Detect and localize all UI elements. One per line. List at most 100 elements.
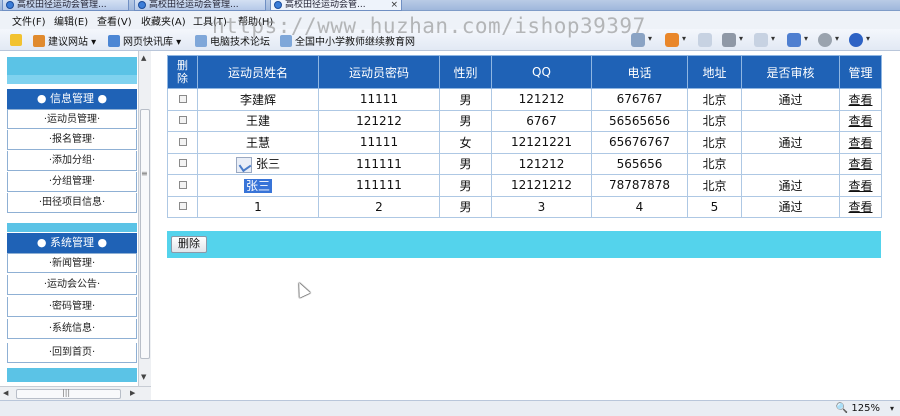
cell-approved xyxy=(741,109,840,132)
cell-name: 王建 xyxy=(197,109,319,132)
page-menu-icon[interactable] xyxy=(754,33,768,47)
delete-checkbox[interactable] xyxy=(178,159,187,168)
menu-favorites[interactable]: 收藏夹(A) xyxy=(141,13,186,28)
ie-page-icon xyxy=(138,1,146,9)
favorites-star-icon[interactable] xyxy=(10,34,22,46)
cell-manage: 查看 xyxy=(839,152,882,175)
cell-qq: 6767 xyxy=(491,109,592,132)
cell-qq: 12121212 xyxy=(491,174,592,197)
cell-manage: 查看 xyxy=(839,174,882,197)
browser-tab-2[interactable]: 高校田径运动会管理... xyxy=(134,0,266,11)
scroll-right-arrow-icon[interactable]: ▶ xyxy=(130,389,135,397)
browser-tab-1[interactable]: 高校田径运动会管理... xyxy=(2,0,129,11)
nav-item-news-management[interactable]: ·新闻管理· xyxy=(7,253,137,273)
view-link[interactable]: 查看 xyxy=(848,157,872,171)
nav-item-athlete-management[interactable]: ·运动员管理· xyxy=(7,109,137,129)
chevron-down-icon[interactable]: ▾ xyxy=(835,34,839,43)
cell-manage: 查看 xyxy=(839,109,882,132)
chevron-down-icon[interactable]: ▾ xyxy=(771,34,775,43)
favorite-web-slice[interactable]: 网页快讯库 ▾ xyxy=(108,33,181,48)
table-row: 王建 121212 男 6767 56565656 北京 查看 xyxy=(167,109,882,132)
delete-checkbox[interactable] xyxy=(178,94,187,103)
column-header-gender: 性别 xyxy=(439,55,492,89)
cell-phone: 65676767 xyxy=(591,131,688,154)
chevron-down-icon[interactable]: ▾ xyxy=(682,34,686,43)
nav-item-password-management[interactable]: ·密码管理· xyxy=(7,297,137,317)
table-header-row: 删除 运动员姓名 运动员密码 性别 QQ 电话 地址 是否审核 管理 xyxy=(167,55,882,89)
delete-checkbox-cell xyxy=(167,131,198,154)
scroll-up-arrow-icon[interactable]: ▲ xyxy=(141,54,146,62)
star-folder-icon xyxy=(33,35,45,47)
nav-item-system-info[interactable]: ·系统信息· xyxy=(7,319,137,339)
table-row: 张三 111111 男 121212 565656 北京 查看 xyxy=(167,152,882,175)
ie-page-icon xyxy=(6,1,14,9)
safety-icon[interactable] xyxy=(787,33,801,47)
delete-checkbox[interactable] xyxy=(178,202,187,211)
chevron-down-icon[interactable]: ▾ xyxy=(739,34,743,43)
view-link[interactable]: 查看 xyxy=(848,114,872,128)
nav-group-info-management[interactable]: ● 信息管理 ● xyxy=(7,89,137,109)
browser-tab-label: 高校田径运动会管... xyxy=(285,0,366,10)
nav-item-back-home[interactable]: ·回到首页· xyxy=(7,343,137,363)
menu-file[interactable]: 文件(F) xyxy=(12,13,46,28)
cell-gender: 男 xyxy=(439,88,492,111)
delete-checkbox[interactable] xyxy=(178,116,187,125)
gear-icon[interactable] xyxy=(818,33,832,47)
cell-approved: 通过 xyxy=(741,88,840,111)
view-link[interactable]: 查看 xyxy=(848,136,872,150)
menu-view[interactable]: 查看(V) xyxy=(97,13,132,28)
rss-feed-icon[interactable] xyxy=(665,33,679,47)
status-bar: 🔍 125% ▾ xyxy=(0,400,900,416)
nav-item-add-group[interactable]: ·添加分组· xyxy=(7,151,137,171)
cell-password: 11111 xyxy=(318,88,440,111)
nav-item-group-management[interactable]: ·分组管理· xyxy=(7,172,137,192)
view-link[interactable]: 查看 xyxy=(848,179,872,193)
cell-address: 5 xyxy=(687,195,742,218)
mail-icon[interactable] xyxy=(698,33,712,47)
broken-image-icon xyxy=(235,156,252,173)
view-link[interactable]: 查看 xyxy=(848,93,872,107)
delete-button[interactable]: 删除 xyxy=(171,236,207,253)
chevron-down-icon[interactable]: ▾ xyxy=(890,404,894,413)
scroll-down-arrow-icon[interactable]: ▼ xyxy=(141,373,146,381)
print-icon[interactable] xyxy=(722,33,736,47)
scroll-left-arrow-icon[interactable]: ◀ xyxy=(3,389,8,397)
help-icon[interactable] xyxy=(849,33,863,47)
delete-checkbox[interactable] xyxy=(178,180,187,189)
delete-checkbox-cell xyxy=(167,109,198,132)
nav-item-sports-announcement[interactable]: ·运动会公告· xyxy=(7,275,137,295)
menu-edit[interactable]: 编辑(E) xyxy=(54,13,88,28)
view-link[interactable]: 查看 xyxy=(848,200,872,214)
column-header-manage: 管理 xyxy=(839,55,882,89)
cell-phone: 565656 xyxy=(591,152,688,175)
chevron-down-icon[interactable]: ▾ xyxy=(648,34,652,43)
cell-address: 北京 xyxy=(687,152,742,175)
column-header-password: 运动员密码 xyxy=(318,55,440,89)
favorite-label: 电脑技术论坛 xyxy=(210,37,270,48)
selected-athlete-name: 张三 xyxy=(243,178,272,193)
cell-password: 2 xyxy=(318,195,440,218)
delete-checkbox[interactable] xyxy=(178,137,187,146)
left-frame-vertical-scrollbar[interactable]: ▲ ≡ ▼ xyxy=(138,51,151,386)
cell-gender: 男 xyxy=(439,109,492,132)
cell-password: 11111 xyxy=(318,131,440,154)
left-frame-horizontal-scrollbar[interactable]: ◀ ||| ▶ xyxy=(0,386,151,400)
browser-tab-3[interactable]: 高校田径运动会管... × xyxy=(270,0,402,11)
scrollbar-thumb[interactable] xyxy=(140,109,150,359)
zoom-level[interactable]: 🔍 125% xyxy=(836,403,880,414)
cell-phone: 4 xyxy=(591,195,688,218)
cell-address: 北京 xyxy=(687,131,742,154)
chevron-down-icon[interactable]: ▾ xyxy=(804,34,808,43)
tab-close-icon[interactable]: × xyxy=(390,0,398,10)
chevron-down-icon[interactable]: ▾ xyxy=(866,34,870,43)
nav-item-registration-management[interactable]: ·报名管理· xyxy=(7,130,137,150)
cell-password: 121212 xyxy=(318,109,440,132)
cell-password: 111111 xyxy=(318,152,440,175)
cell-approved: 通过 xyxy=(741,195,840,218)
table-row: 1 2 男 3 4 5 通过 查看 xyxy=(167,195,882,218)
nav-item-track-field-events[interactable]: ·田径项目信息· xyxy=(7,193,137,213)
table-action-bar: 删除 xyxy=(167,231,881,258)
favorite-suggested-sites[interactable]: 建议网站 ▾ xyxy=(33,33,96,48)
column-header-address: 地址 xyxy=(687,55,742,89)
nav-group-system-management[interactable]: ● 系统管理 ● xyxy=(7,233,137,253)
